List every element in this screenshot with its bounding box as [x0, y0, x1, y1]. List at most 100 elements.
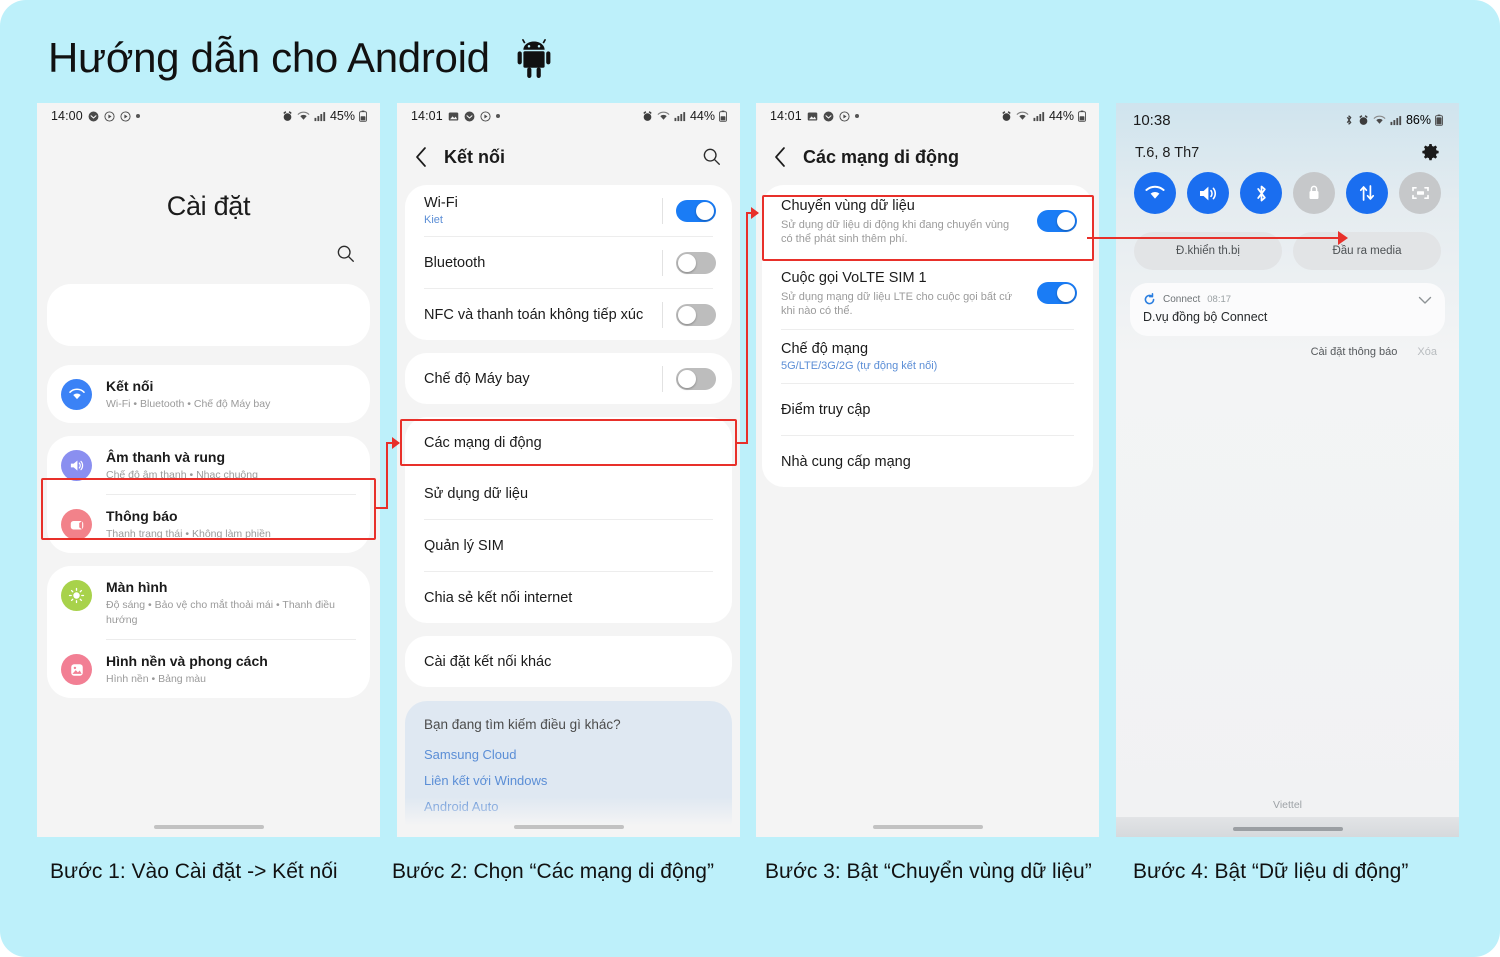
auto-rotate-tile[interactable]: [1293, 172, 1335, 214]
wifi-toggle[interactable]: [676, 199, 716, 222]
quick-panel-pills: Đ.khiển th.bị Đầu ra media: [1116, 214, 1459, 270]
search-row: [37, 222, 380, 276]
sidebar-item-am-thanh[interactable]: Âm thanh và rung Chế độ âm thanh • Nhạc …: [47, 436, 370, 494]
suggestion-link-samsung-cloud[interactable]: Samsung Cloud: [424, 742, 713, 768]
sync-icon: [1144, 293, 1155, 305]
item-label: Chuyển vùng dữ liệu: [781, 198, 915, 214]
wallpaper-icon: [61, 654, 92, 685]
back-chevron-icon[interactable]: [772, 146, 789, 168]
battery-icon: [1078, 110, 1086, 122]
infographic-root: Hướng dẫn cho Android 14:00 45% Cài đặt …: [0, 0, 1500, 957]
item-label: Cài đặt kết nối khác: [424, 653, 552, 670]
list-item-nfc[interactable]: NFC và thanh toán không tiếp xúc: [405, 289, 732, 340]
sidebar-item-man-hinh[interactable]: Màn hình Độ sáng • Bảo vệ cho mắt thoải …: [47, 566, 370, 639]
list-item-chuyen-vung-du-lieu[interactable]: Chuyển vùng dữ liệu Sử dụng dữ liệu di đ…: [762, 185, 1093, 257]
list-item-bluetooth[interactable]: Bluetooth: [405, 237, 732, 288]
media-output-pill[interactable]: Đầu ra media: [1293, 232, 1441, 270]
suggestion-link-link-to-windows[interactable]: Liên kết với Windows: [424, 768, 713, 794]
device-control-pill[interactable]: Đ.khiển th.bị: [1134, 232, 1282, 270]
item-sub: 5G/LTE/3G/2G (tự động kết nối): [781, 360, 938, 372]
item-label: Điểm truy cập: [781, 401, 871, 418]
back-chevron-icon[interactable]: [413, 146, 430, 168]
phone-screen-mobile-networks: 14:01 44% Các mạng di động Chuyển vùng d…: [756, 103, 1099, 837]
app-bar: Các mạng di động: [756, 129, 1099, 185]
message-icon: [88, 111, 99, 121]
gear-icon[interactable]: [1421, 143, 1440, 162]
list-item-quan-ly-sim[interactable]: Quản lý SIM: [405, 520, 732, 571]
list-item-cac-mang-di-dong[interactable]: Các mạng di động: [405, 417, 732, 468]
list-item-su-dung-du-lieu[interactable]: Sử dụng dữ liệu: [405, 468, 732, 519]
smart-view-icon: [1411, 186, 1429, 200]
battery-icon: [1435, 114, 1443, 126]
page-header: Hướng dẫn cho Android: [48, 34, 552, 82]
wifi-icon: [1145, 185, 1165, 199]
settings-card-connections: Kết nối Wi-Fi • Bluetooth • Chế độ Máy b…: [47, 365, 370, 423]
captions-row: Bước 1: Vào Cài đặt -> Kết nối Bước 2: C…: [0, 860, 1500, 908]
item-label: Sử dụng dữ liệu: [424, 485, 529, 502]
phone-screens-row: 14:00 45% Cài đặt Kết nối Wi-Fi • Blueto…: [0, 103, 1500, 837]
battery-icon: [359, 110, 367, 122]
sound-tile[interactable]: [1187, 172, 1229, 214]
list-item-chia-se-ket-noi[interactable]: Chia sẻ kết nối internet: [405, 572, 732, 623]
sidebar-item-ket-noi[interactable]: Kết nối Wi-Fi • Bluetooth • Chế độ Máy b…: [47, 365, 370, 423]
bluetooth-icon: [1256, 185, 1266, 201]
caption-step-3: Bước 3: Bật “Chuyển vùng dữ liệu”: [765, 860, 1092, 883]
battery-percent: 45%: [329, 109, 355, 123]
play-circle-icon: [480, 110, 491, 122]
list-item-che-do-mang[interactable]: Chế độ mạng 5G/LTE/3G/2G (tự động kết nố…: [762, 330, 1093, 383]
sidebar-item-thong-bao[interactable]: Thông báo Thanh trạng thái • Không làm p…: [47, 495, 370, 553]
item-label: Chế độ Máy bay: [424, 370, 530, 387]
search-field-card[interactable]: [47, 284, 370, 346]
notification-settings-button[interactable]: Cài đặt thông báo: [1311, 346, 1398, 358]
connections-group-wireless: Wi-Fi Kiet Bluetooth NFC và thanh toán k…: [405, 185, 732, 340]
carrier-label: Viettel: [1273, 799, 1302, 811]
item-sub: Độ sáng • Bảo vệ cho mắt thoải mái • Tha…: [106, 599, 335, 626]
connections-group-other: Cài đặt kết nối khác: [405, 636, 732, 687]
notification-time: 08:17: [1207, 294, 1232, 305]
bluetooth-toggle[interactable]: [676, 251, 716, 274]
page-title: Các mạng di động: [803, 146, 960, 167]
status-bar: 14:01 44%: [756, 103, 1099, 129]
nfc-toggle[interactable]: [676, 303, 716, 326]
list-item-wifi[interactable]: Wi-Fi Kiet: [405, 185, 732, 236]
phone-screen-quick-panel: 10:38 86% T.6, 8 Th7 Đ.khiển th.bị Đầu r…: [1116, 103, 1459, 837]
airplane-mode-toggle[interactable]: [676, 367, 716, 390]
list-item-diem-truy-cap[interactable]: Điểm truy cập: [762, 384, 1093, 435]
search-icon[interactable]: [702, 147, 722, 167]
item-label: Bluetooth: [424, 254, 486, 271]
battery-percent: 86%: [1405, 113, 1431, 127]
status-bar: 10:38 86%: [1116, 103, 1459, 137]
item-sub: Hình nền • Bảng màu: [106, 673, 206, 685]
home-indicator: [872, 825, 983, 829]
wifi-icon: [657, 111, 670, 120]
android-robot-icon: [517, 38, 551, 78]
list-item-volte-sim1[interactable]: Cuộc gọi VoLTE SIM 1 Sử dụng mạng dữ liệ…: [762, 257, 1093, 329]
volte-toggle[interactable]: [1037, 282, 1077, 304]
notification-actions: Cài đặt thông báo Xóa: [1116, 336, 1459, 358]
bluetooth-tile[interactable]: [1240, 172, 1282, 214]
status-bar: 14:01 44%: [397, 103, 740, 129]
sidebar-item-hinh-nen[interactable]: Hình nền và phong cách Hình nền • Bảng m…: [47, 640, 370, 698]
item-label: Chia sẻ kết nối internet: [424, 589, 573, 606]
list-item-airplane-mode[interactable]: Chế độ Máy bay: [405, 353, 732, 404]
screen-cast-tile[interactable]: [1399, 172, 1441, 214]
battery-icon: [719, 110, 727, 122]
search-icon[interactable]: [336, 244, 356, 264]
settings-card-display-wallpaper: Màn hình Độ sáng • Bảo vệ cho mắt thoải …: [47, 566, 370, 698]
notification-card[interactable]: Connect 08:17 D.vụ đồng bộ Connect: [1130, 283, 1445, 336]
clear-notifications-button[interactable]: Xóa: [1417, 346, 1437, 358]
chevron-down-icon[interactable]: [1418, 296, 1432, 305]
list-item-cai-dat-ket-noi-khac[interactable]: Cài đặt kết nối khác: [405, 636, 732, 687]
mobile-data-tile[interactable]: [1346, 172, 1388, 214]
home-indicator: [153, 825, 264, 829]
item-sub: Chế độ âm thanh • Nhạc chuông: [106, 469, 258, 481]
signal-icon: [1033, 111, 1045, 121]
page-title: Hướng dẫn cho Android: [48, 34, 490, 81]
bluetooth-icon: [1346, 115, 1352, 125]
list-item-nha-cung-cap-mang[interactable]: Nhà cung cấp mạng: [762, 436, 1093, 487]
battery-percent: 44%: [689, 109, 715, 123]
wifi-tile[interactable]: [1134, 172, 1176, 214]
item-sub: Sử dụng mạng dữ liệu LTE cho cuộc gọi bấ…: [781, 291, 1013, 317]
home-indicator: [1232, 827, 1343, 831]
data-roaming-toggle[interactable]: [1037, 210, 1077, 232]
